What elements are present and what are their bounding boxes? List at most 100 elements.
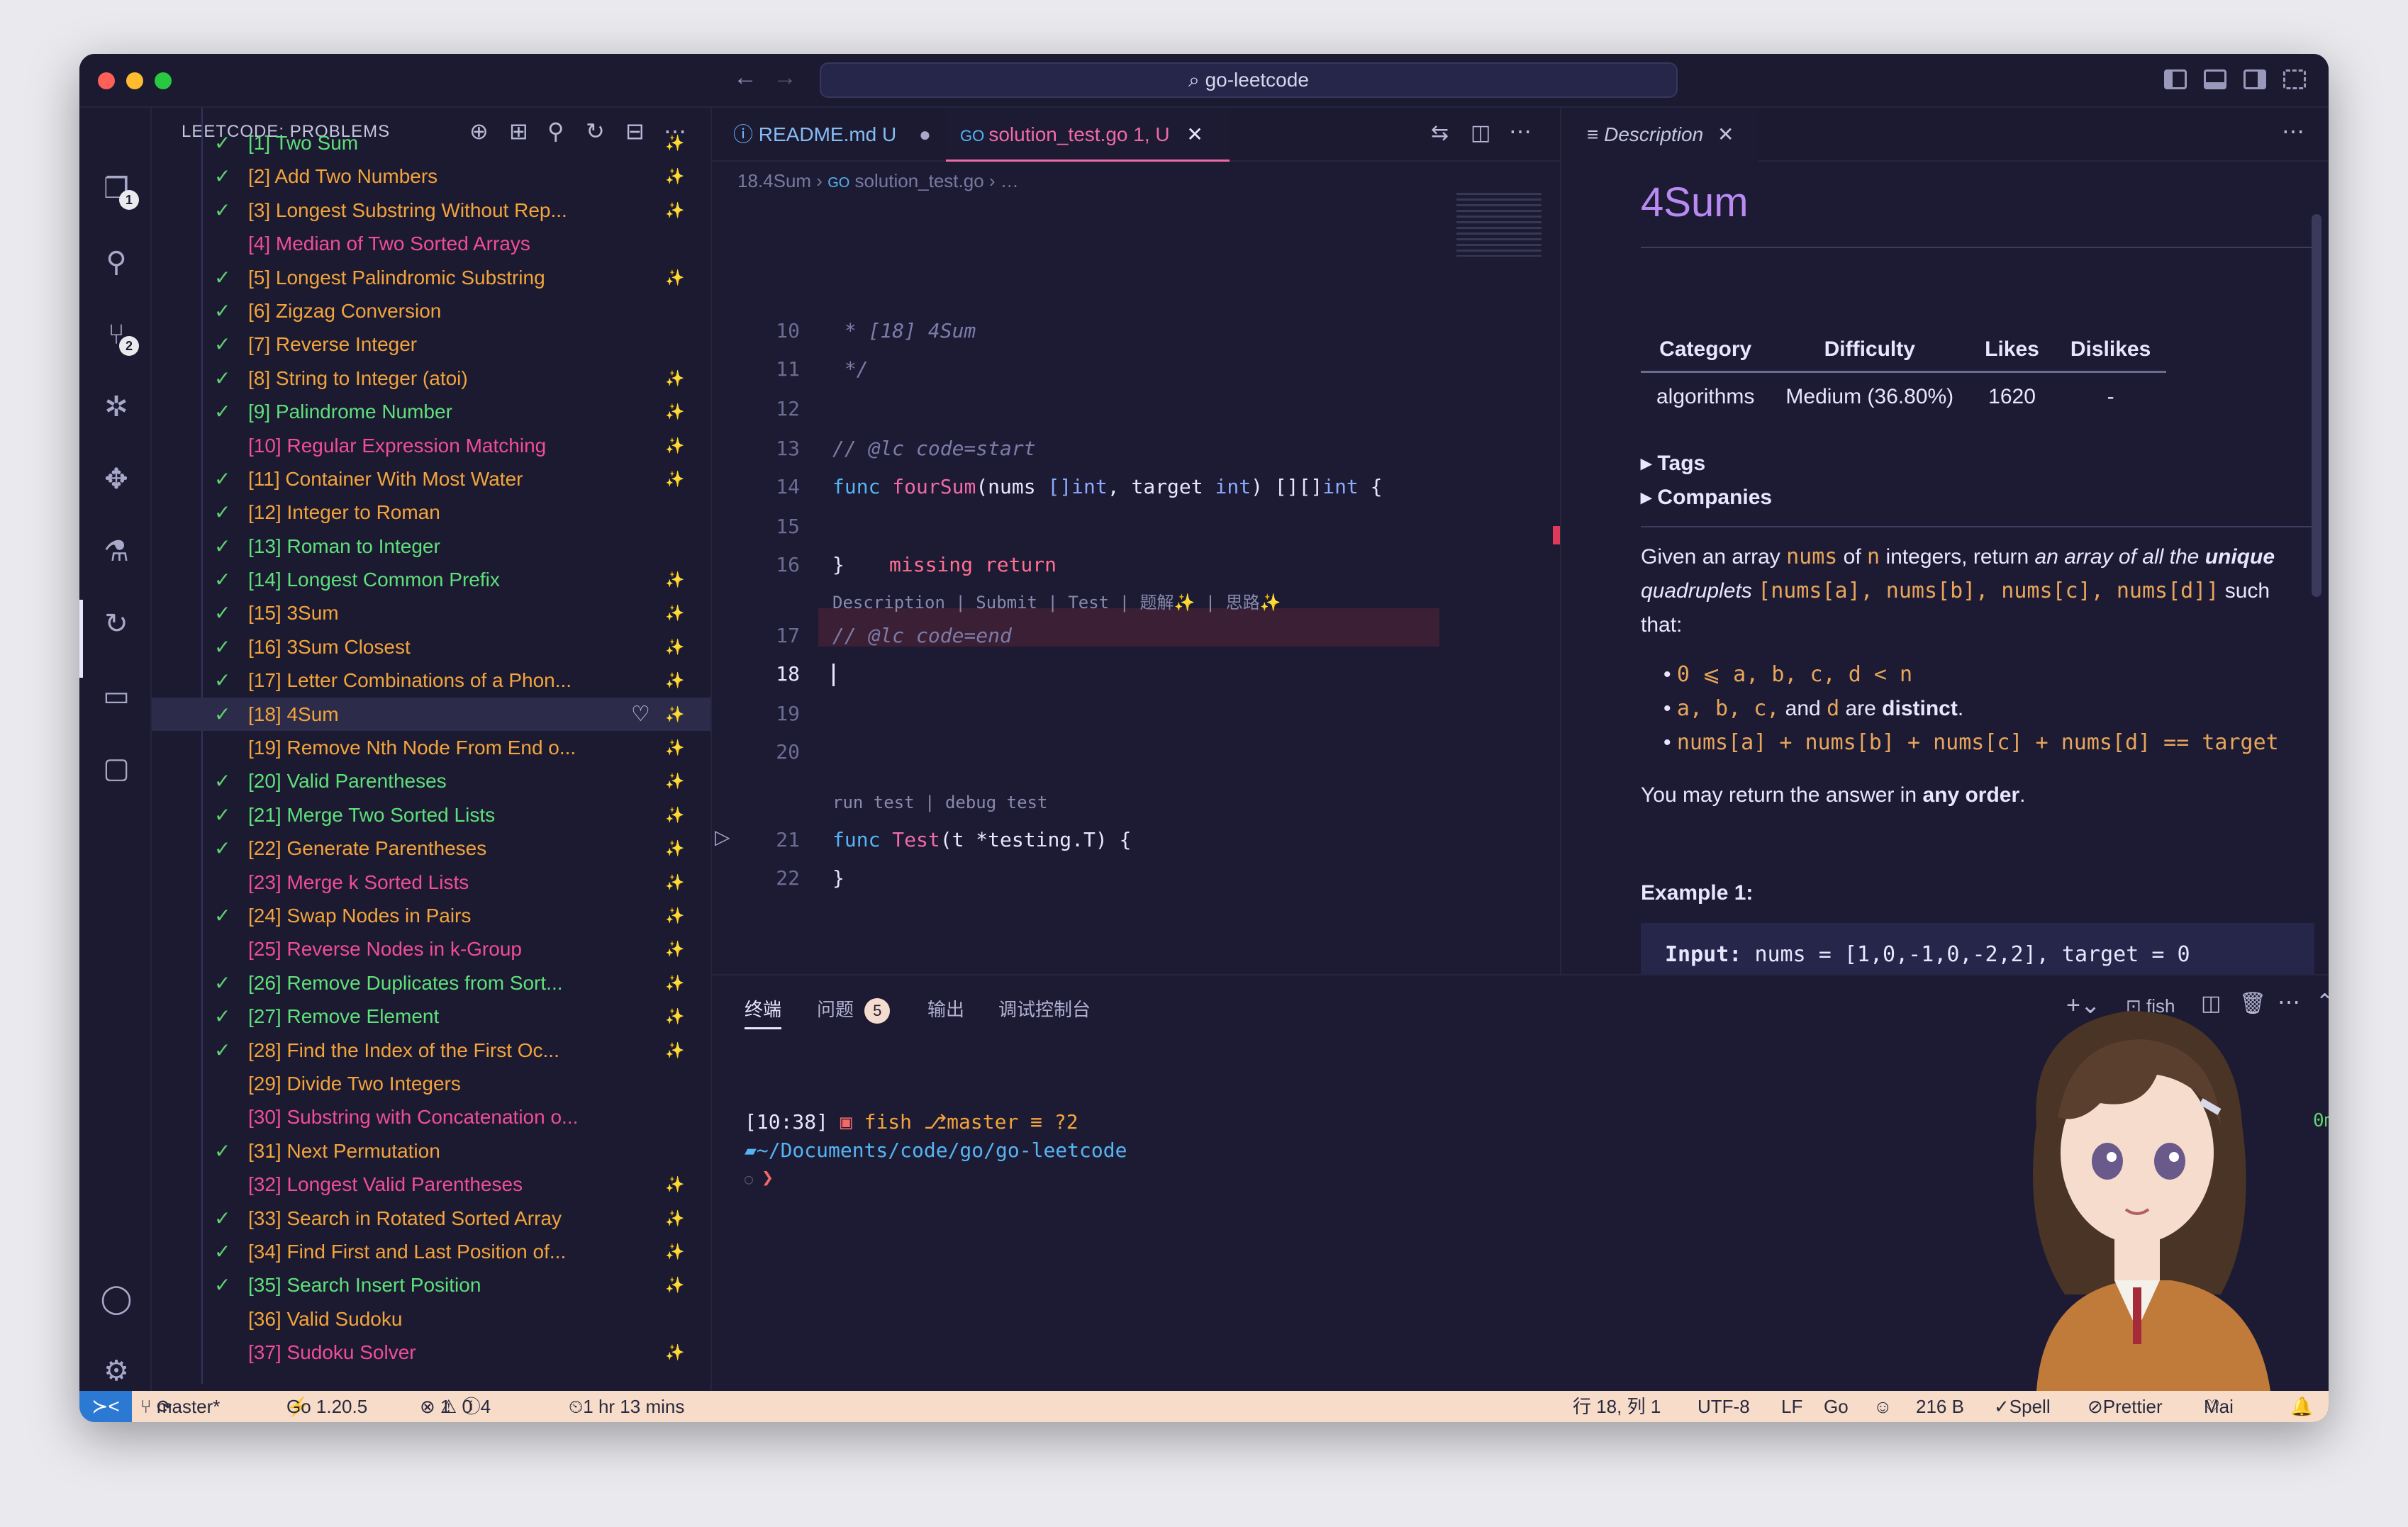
- maximize-panel-icon[interactable]: ⌃: [2316, 990, 2329, 1014]
- problem-item[interactable]: ✓ [31] Next Permutation: [152, 1134, 710, 1168]
- copilot-icon[interactable]: ☺: [1873, 1391, 1893, 1422]
- tab-debug-console[interactable]: 调试控制台: [998, 995, 1091, 1022]
- toggle-panel-icon[interactable]: [2204, 69, 2226, 89]
- remote-indicator-icon[interactable]: ≻<: [79, 1391, 132, 1422]
- prettier-status[interactable]: ⊘ Prettier: [2088, 1391, 2163, 1422]
- spell-checker[interactable]: ✓ Spell: [1994, 1391, 2051, 1422]
- folder-icon[interactable]: ▭: [98, 678, 135, 715]
- problem-item[interactable]: ✓ [12] Integer to Roman: [152, 496, 710, 529]
- problem-item[interactable]: ✓ [5] Longest Palindromic Substring ✨: [152, 261, 710, 294]
- problem-item[interactable]: ✓ [18] 4Sum ♡ ✨: [152, 697, 710, 732]
- extensions-icon[interactable]: ✥: [98, 461, 135, 498]
- language-mode[interactable]: Go: [1824, 1391, 1849, 1422]
- problem-item[interactable]: ✓ [13] Roman to Integer: [152, 530, 710, 563]
- close-window-button[interactable]: [98, 72, 115, 89]
- problem-item[interactable]: ✓ [35] Search Insert Position ✨: [152, 1268, 710, 1302]
- debug-icon[interactable]: ✲: [98, 388, 135, 425]
- forward-arrow-icon[interactable]: →: [773, 64, 797, 91]
- problem-item[interactable]: ✓ [3] Longest Substring Without Rep... ✨: [152, 194, 710, 227]
- panel-more-icon[interactable]: ⋯: [2282, 118, 2304, 145]
- account-icon[interactable]: ◯: [98, 1280, 135, 1317]
- editor-more-icon[interactable]: ⋯: [1509, 118, 1532, 145]
- toggle-sidebar-icon[interactable]: [2164, 69, 2187, 89]
- tab-solution-test[interactable]: GO solution_test.go 1, U ✕: [946, 108, 1230, 162]
- breadcrumb-file[interactable]: solution_test.go: [855, 170, 984, 191]
- breadcrumb-folder[interactable]: 18.4Sum: [737, 170, 811, 191]
- tags-toggle[interactable]: ▸ Tags: [1641, 447, 1705, 481]
- problem-item[interactable]: [4] Median of Two Sorted Arrays: [152, 227, 710, 260]
- problem-item[interactable]: ✓ [7] Reverse Integer: [152, 328, 710, 361]
- problem-item[interactable]: ✓ [16] 3Sum Closest ✨: [152, 630, 710, 664]
- problem-item[interactable]: ✓ [24] Swap Nodes in Pairs ✨: [152, 899, 710, 932]
- breadcrumb-more[interactable]: …: [1000, 170, 1019, 191]
- problem-item[interactable]: ✓ [11] Container With Most Water ✨: [152, 462, 710, 496]
- problem-item[interactable]: ✓ [15] 3Sum ✨: [152, 596, 710, 630]
- problem-item[interactable]: ✓ [33] Search in Rotated Sorted Array ✨: [152, 1202, 710, 1235]
- problem-label: [7] Reverse Integer: [248, 333, 418, 356]
- solved-check-icon: ✓: [214, 299, 231, 322]
- time-tracker[interactable]: ⏲ 1 hr 13 mins: [569, 1391, 684, 1422]
- problem-item[interactable]: [29] Divide Two Integers: [152, 1067, 710, 1100]
- favorite-heart-icon[interactable]: ♡: [631, 698, 650, 731]
- toggle-secondary-sidebar-icon[interactable]: [2243, 69, 2266, 89]
- end-of-line[interactable]: LF: [1781, 1391, 1802, 1422]
- problem-item[interactable]: ✓ [20] Valid Parentheses ✨: [152, 764, 710, 798]
- problem-item[interactable]: ✓ [27] Remove Element ✨: [152, 1000, 710, 1033]
- problem-item[interactable]: [10] Regular Expression Matching ✨: [152, 429, 710, 462]
- problem-item[interactable]: [25] Reverse Nodes in k-Group ✨: [152, 932, 710, 966]
- problems-summary[interactable]: ⊗ 1 ⚠ 0 ⓘ 4: [420, 1391, 491, 1422]
- terminal-cursor-line[interactable]: ○ ❯: [745, 1165, 774, 1189]
- description-scrollbar[interactable]: [2312, 214, 2321, 597]
- problem-item[interactable]: ✓ [9] Palindrome Number ✨: [152, 395, 710, 428]
- go-version[interactable]: Go 1.20.5 ⚡: [286, 1391, 367, 1422]
- split-editor-icon[interactable]: ◫: [1471, 121, 1490, 145]
- problem-item[interactable]: ✓ [34] Find First and Last Position of...…: [152, 1235, 710, 1268]
- close-tab-icon[interactable]: ✕: [1186, 123, 1203, 145]
- cursor-position[interactable]: 行 18, 列 1: [1573, 1391, 1661, 1422]
- tab-output[interactable]: 输出: [927, 995, 964, 1022]
- close-tab-icon[interactable]: ✕: [1717, 123, 1734, 145]
- git-branch[interactable]: ⑂ master* ⟳: [140, 1391, 220, 1422]
- problem-item[interactable]: ✓ [6] Zigzag Conversion: [152, 294, 710, 328]
- problem-item[interactable]: [30] Substring with Concatenation o...: [152, 1100, 710, 1134]
- problem-item[interactable]: ✓ [2] Add Two Numbers ✨: [152, 160, 710, 193]
- minimize-window-button[interactable]: [126, 72, 143, 89]
- tab-description[interactable]: ≡ Description ✕: [1561, 108, 1758, 162]
- compare-changes-icon[interactable]: ⇆: [1431, 121, 1449, 145]
- settings-gear-icon[interactable]: ⚙: [98, 1353, 135, 1389]
- tab-readme[interactable]: ⓘ README.md U ●: [733, 108, 931, 162]
- problem-item[interactable]: ✓ [28] Find the Index of the First Oc... ✨: [152, 1034, 710, 1067]
- problem-item[interactable]: [23] Merge k Sorted Lists ✨: [152, 866, 710, 899]
- codelens-problem-actions[interactable]: Description | Submit | Test | 题解✨ | 思路✨: [832, 588, 1281, 613]
- file-encoding[interactable]: UTF-8: [1698, 1391, 1750, 1422]
- problem-item[interactable]: ✓ [21] Merge Two Sorted Lists ✨: [152, 798, 710, 832]
- testing-flask-icon[interactable]: ⚗: [98, 533, 135, 570]
- problem-item[interactable]: ✓ [17] Letter Combinations of a Phon... ✨: [152, 664, 710, 697]
- source-control-icon[interactable]: ⑂ 2: [98, 316, 139, 356]
- problem-item[interactable]: ✓ [26] Remove Duplicates from Sort... ✨: [152, 966, 710, 1000]
- problem-item[interactable]: [19] Remove Nth Node From End o... ✨: [152, 731, 710, 764]
- command-center-search[interactable]: ⌕ go-leetcode: [820, 62, 1678, 98]
- solved-check-icon: ✓: [214, 1274, 231, 1297]
- remote-explorer-icon[interactable]: ▢: [98, 750, 135, 787]
- tab-terminal[interactable]: 终端: [745, 995, 782, 1029]
- tab-problems[interactable]: 问题 5: [817, 995, 891, 1024]
- companies-toggle[interactable]: ▸ Companies: [1641, 481, 1772, 515]
- explorer-icon[interactable]: ❐ 1: [98, 170, 139, 210]
- minimap[interactable]: [1456, 193, 1542, 257]
- problem-item[interactable]: [36] Valid Sudoku: [152, 1302, 710, 1336]
- problem-item[interactable]: [37] Sudoku Solver ✨: [152, 1336, 710, 1369]
- notifications-bell-icon[interactable]: 🔔: [2290, 1391, 2313, 1422]
- codelens-test-actions[interactable]: run test | debug test: [832, 793, 1047, 812]
- problem-item[interactable]: [32] Longest Valid Parentheses ✨: [152, 1168, 710, 1201]
- back-arrow-icon[interactable]: ←: [733, 64, 757, 91]
- problem-item[interactable]: ✓ [1] Two Sum ✨: [152, 126, 710, 160]
- problem-item[interactable]: ✓ [14] Longest Common Prefix ✨: [152, 563, 710, 596]
- customize-layout-icon[interactable]: [2283, 69, 2306, 89]
- problem-item[interactable]: ✓ [8] String to Integer (atoi) ✨: [152, 362, 710, 395]
- user-status[interactable]: Mai ♡: [2204, 1391, 2234, 1422]
- zoom-window-button[interactable]: [155, 72, 172, 89]
- search-icon[interactable]: ⚲: [98, 244, 135, 281]
- leetcode-icon[interactable]: ↻: [98, 605, 135, 642]
- problem-item[interactable]: ✓ [22] Generate Parentheses ✨: [152, 832, 710, 865]
